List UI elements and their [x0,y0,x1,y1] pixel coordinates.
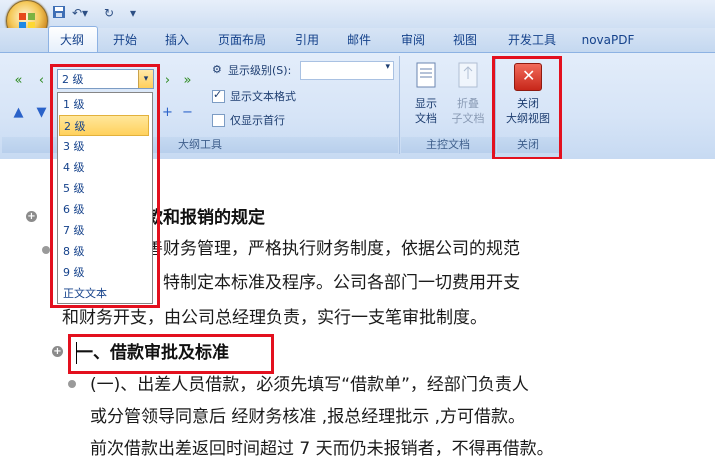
heading1-text: 款和报销的规定 [146,208,265,228]
show-level-icon: ⚙ [212,63,222,76]
show-level-label: 显示级别(S): [228,64,292,77]
tab-developer[interactable]: 开发工具 [500,28,564,52]
para2-line3: 前次借款出差返回时间超过 7 天而仍未报销者，不得再借款。 [90,439,554,459]
body-bullet-icon [42,246,50,254]
show-first-line-label: 仅显示首行 [230,114,285,127]
collapse-subdocument-icon[interactable] [456,61,480,89]
para1-line1: 善财务管理，严格执行财务制度，依据公司的规范 [146,239,520,259]
show-text-format-label: 显示文本格式 [230,90,296,103]
tab-home[interactable]: 开始 [106,28,144,52]
move-down-icon[interactable]: ▼ [32,103,51,122]
expand-icon[interactable]: + [158,103,177,122]
body-bullet-icon-2 [68,380,76,388]
show-document-label-1: 显示 [415,97,437,110]
show-document-icon[interactable] [414,61,438,89]
collapse-subdocument-label-2: 子文档 [451,112,485,125]
save-icon[interactable] [52,5,68,21]
para2-line2: 或分管领导同意后 经财务核准 ,报总经理批示 ,方可借款。 [90,407,526,427]
collapse-subdocument-button[interactable]: 折叠 子文档 [446,96,490,126]
tab-view[interactable]: 视图 [446,28,484,52]
para1-line2: ，特制定本标准及程序。公司各部门一切费用开支 [146,273,520,293]
collapse-icon[interactable]: − [178,103,197,122]
show-document-label-2: 文档 [415,112,437,125]
group-separator [399,56,400,154]
customize-toolbar-icon[interactable]: ▾ [130,5,142,21]
collapse-subdocument-label-1: 折叠 [457,97,479,110]
chevron-down-icon: ▾ [385,62,390,72]
promote-to-heading1-icon[interactable]: « [9,71,28,90]
tab-outline[interactable]: 大纲 [48,28,96,52]
move-up-icon[interactable]: ▲ [9,103,28,122]
demote-to-body-icon[interactable]: » [178,71,197,90]
tab-insert[interactable]: 插入 [158,28,196,52]
tab-references[interactable]: 引用 [288,28,326,52]
close-highlight-frame [492,56,562,160]
tab-novapdf[interactable]: novaPDF [578,28,638,52]
promote-icon[interactable]: ‹ [32,71,51,90]
para1-line3: 和财务开支，由公司总经理负责，实行一支笔审批制度。 [62,308,487,328]
expand-heading2-icon[interactable]: + [52,346,63,357]
show-first-line-checkbox[interactable] [212,114,225,127]
master-document-group-label: 主控文档 [401,137,495,153]
dropdown-highlight-frame [50,64,160,308]
para2-line1: (一)、出差人员借款，必须先填写“借款单”，经部门负责人 [90,375,529,395]
tab-mailings[interactable]: 邮件 [340,28,378,52]
show-text-format-checkbox[interactable] [212,88,225,103]
tab-review[interactable]: 审阅 [394,28,432,52]
undo-icon[interactable]: ↶▾ [72,5,96,21]
show-level-select[interactable]: ▾ [300,61,394,80]
redo-icon[interactable]: ↻ [104,5,120,21]
tab-page-layout[interactable]: 页面布局 [210,28,274,52]
expand-heading-icon[interactable]: + [26,211,37,222]
demote-icon[interactable]: › [158,71,177,90]
show-document-button[interactable]: 显示 文档 [404,96,448,126]
heading2-highlight-frame [68,334,274,374]
